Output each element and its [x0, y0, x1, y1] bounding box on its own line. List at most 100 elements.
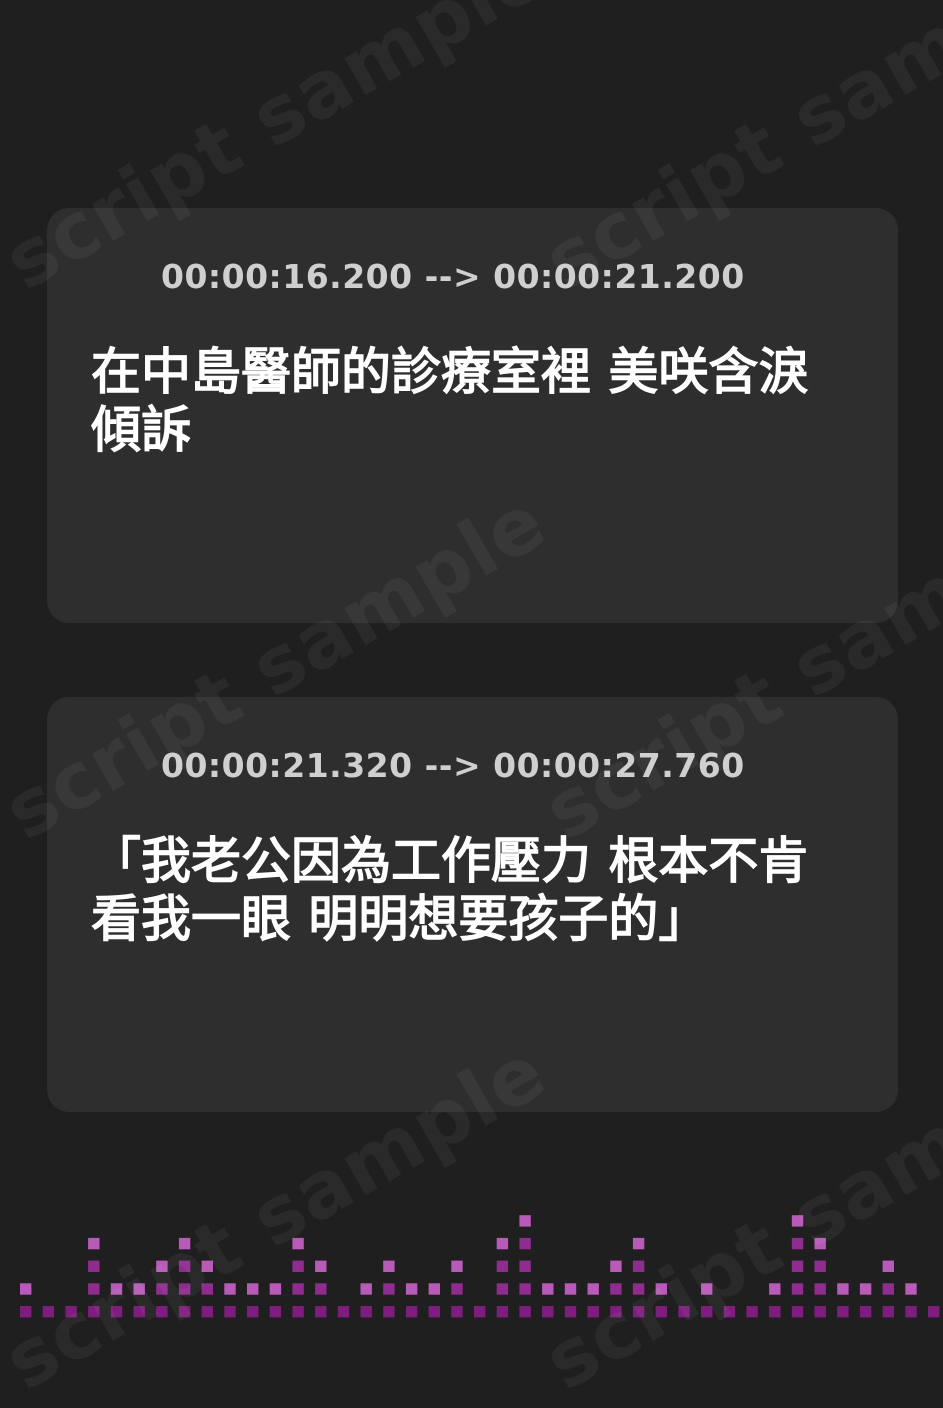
equalizer-decoration [20, 1215, 940, 1318]
equalizer-pixel [315, 1260, 327, 1272]
equalizer-pixel [882, 1260, 894, 1272]
equalizer-pixel [587, 1306, 599, 1318]
sound-wave-icon [90, 747, 136, 783]
equalizer-pixel [632, 1306, 645, 1318]
equalizer-pixel [791, 1260, 804, 1272]
equalizer-pixel [133, 1306, 145, 1318]
equalizer-pixel [88, 1237, 100, 1250]
equalizer-pixel [814, 1237, 826, 1250]
equalizer-pixel [791, 1215, 804, 1227]
timestamp: 00:00:21.320 --> 00:00:27.760 [161, 745, 745, 785]
equalizer-pixel [178, 1237, 191, 1250]
equalizer-pixel [791, 1283, 804, 1295]
equalizer-pixel [564, 1306, 577, 1318]
equalizer-pixel [814, 1283, 826, 1295]
equalizer-pixel [587, 1283, 599, 1295]
equalizer-pixel [110, 1306, 123, 1318]
subtitle-text: 在中島醫師的診療室裡 美咲含淚傾訴 [91, 343, 809, 459]
equalizer-pixel [814, 1260, 826, 1272]
equalizer-pixel [882, 1283, 894, 1295]
equalizer-pixel [178, 1283, 191, 1295]
equalizer-pixel [859, 1306, 872, 1318]
equalizer-pixel [383, 1283, 395, 1295]
equalizer-pixel [292, 1306, 304, 1318]
equalizer-pixel [791, 1237, 804, 1250]
equalizer-pixel [247, 1283, 259, 1295]
equalizer-pixel [928, 1306, 940, 1318]
equalizer-pixel [405, 1283, 418, 1295]
subtitle-text: 「我老公因為工作壓力 根本不肯看我一眼 明明想要孩子的」 [91, 832, 809, 948]
equalizer-pixel [156, 1306, 168, 1318]
equalizer-pixel [837, 1306, 849, 1318]
equalizer-pixel [451, 1306, 463, 1318]
timestamp: 00:00:16.200 --> 00:00:21.200 [161, 256, 745, 296]
equalizer-pixel [20, 1283, 32, 1295]
equalizer-pixel [519, 1306, 531, 1318]
equalizer-pixel [519, 1260, 531, 1272]
equalizer-pixel [496, 1306, 509, 1318]
equalizer-pixel [632, 1283, 645, 1295]
equalizer-pixel [224, 1283, 236, 1295]
equalizer-pixel [20, 1306, 32, 1318]
equalizer-pixel [88, 1260, 100, 1272]
equalizer-pixel [405, 1306, 418, 1318]
equalizer-pixel [88, 1283, 100, 1295]
equalizer-pixel [65, 1306, 77, 1318]
equalizer-pixel [519, 1283, 531, 1295]
equalizer-pixel [882, 1306, 894, 1318]
equalizer-pixel [451, 1283, 463, 1295]
equalizer-pixel [496, 1237, 509, 1250]
equalizer-pixel [701, 1283, 713, 1295]
equalizer-pixel [791, 1306, 804, 1318]
equalizer-pixel [814, 1306, 826, 1318]
equalizer-pixel [610, 1283, 622, 1295]
equalizer-pixel [292, 1283, 304, 1295]
sound-wave-icon [90, 258, 136, 294]
equalizer-pixel [723, 1306, 736, 1318]
subtitle-header: 00:00:16.200 --> 00:00:21.200 [89, 256, 745, 296]
equalizer-pixel [269, 1283, 282, 1295]
equalizer-pixel [746, 1306, 758, 1318]
equalizer-pixel [360, 1306, 372, 1318]
equalizer-pixel [701, 1306, 713, 1318]
equalizer-pixel [315, 1283, 327, 1295]
equalizer-pixel [224, 1306, 236, 1318]
equalizer-pixel [201, 1283, 213, 1295]
equalizer-pixel [88, 1306, 100, 1318]
equalizer-pixel [451, 1260, 463, 1272]
equalizer-pixel [610, 1306, 622, 1318]
equalizer-pixel [655, 1306, 667, 1318]
equalizer-pixel [156, 1260, 168, 1272]
watermark-layer: script sample script sample script sampl… [0, 0, 943, 1408]
equalizer-pixel [542, 1283, 554, 1295]
equalizer-pixel [42, 1306, 55, 1318]
equalizer-pixel [655, 1283, 667, 1295]
equalizer-pixel [201, 1306, 213, 1318]
equalizer-pixel [428, 1283, 440, 1295]
equalizer-pixel [905, 1283, 917, 1295]
equalizer-pixel [156, 1283, 168, 1295]
equalizer-pixel [178, 1306, 191, 1318]
subtitle-header: 00:00:21.320 --> 00:00:27.760 [89, 745, 745, 785]
equalizer-pixel [859, 1283, 872, 1295]
equalizer-pixel [247, 1306, 259, 1318]
equalizer-pixel [769, 1306, 781, 1318]
equalizer-pixel [837, 1283, 849, 1295]
equalizer-pixel [110, 1283, 123, 1295]
equalizer-pixel [383, 1306, 395, 1318]
equalizer-pixel [474, 1306, 486, 1318]
equalizer-pixel [133, 1283, 145, 1295]
equalizer-pixel [542, 1306, 554, 1318]
equalizer-pixel [632, 1237, 645, 1250]
equalizer-pixel [519, 1237, 531, 1250]
equalizer-pixel [337, 1306, 350, 1318]
equalizer-pixel [905, 1306, 917, 1318]
equalizer-pixel [428, 1306, 440, 1318]
equalizer-pixel [292, 1237, 304, 1250]
equalizer-pixel [178, 1260, 191, 1272]
equalizer-pixel [383, 1260, 395, 1272]
equalizer-pixel [769, 1283, 781, 1295]
equalizer-pixel [610, 1260, 622, 1272]
equalizer-pixel [564, 1283, 577, 1295]
equalizer-pixel [632, 1260, 645, 1272]
